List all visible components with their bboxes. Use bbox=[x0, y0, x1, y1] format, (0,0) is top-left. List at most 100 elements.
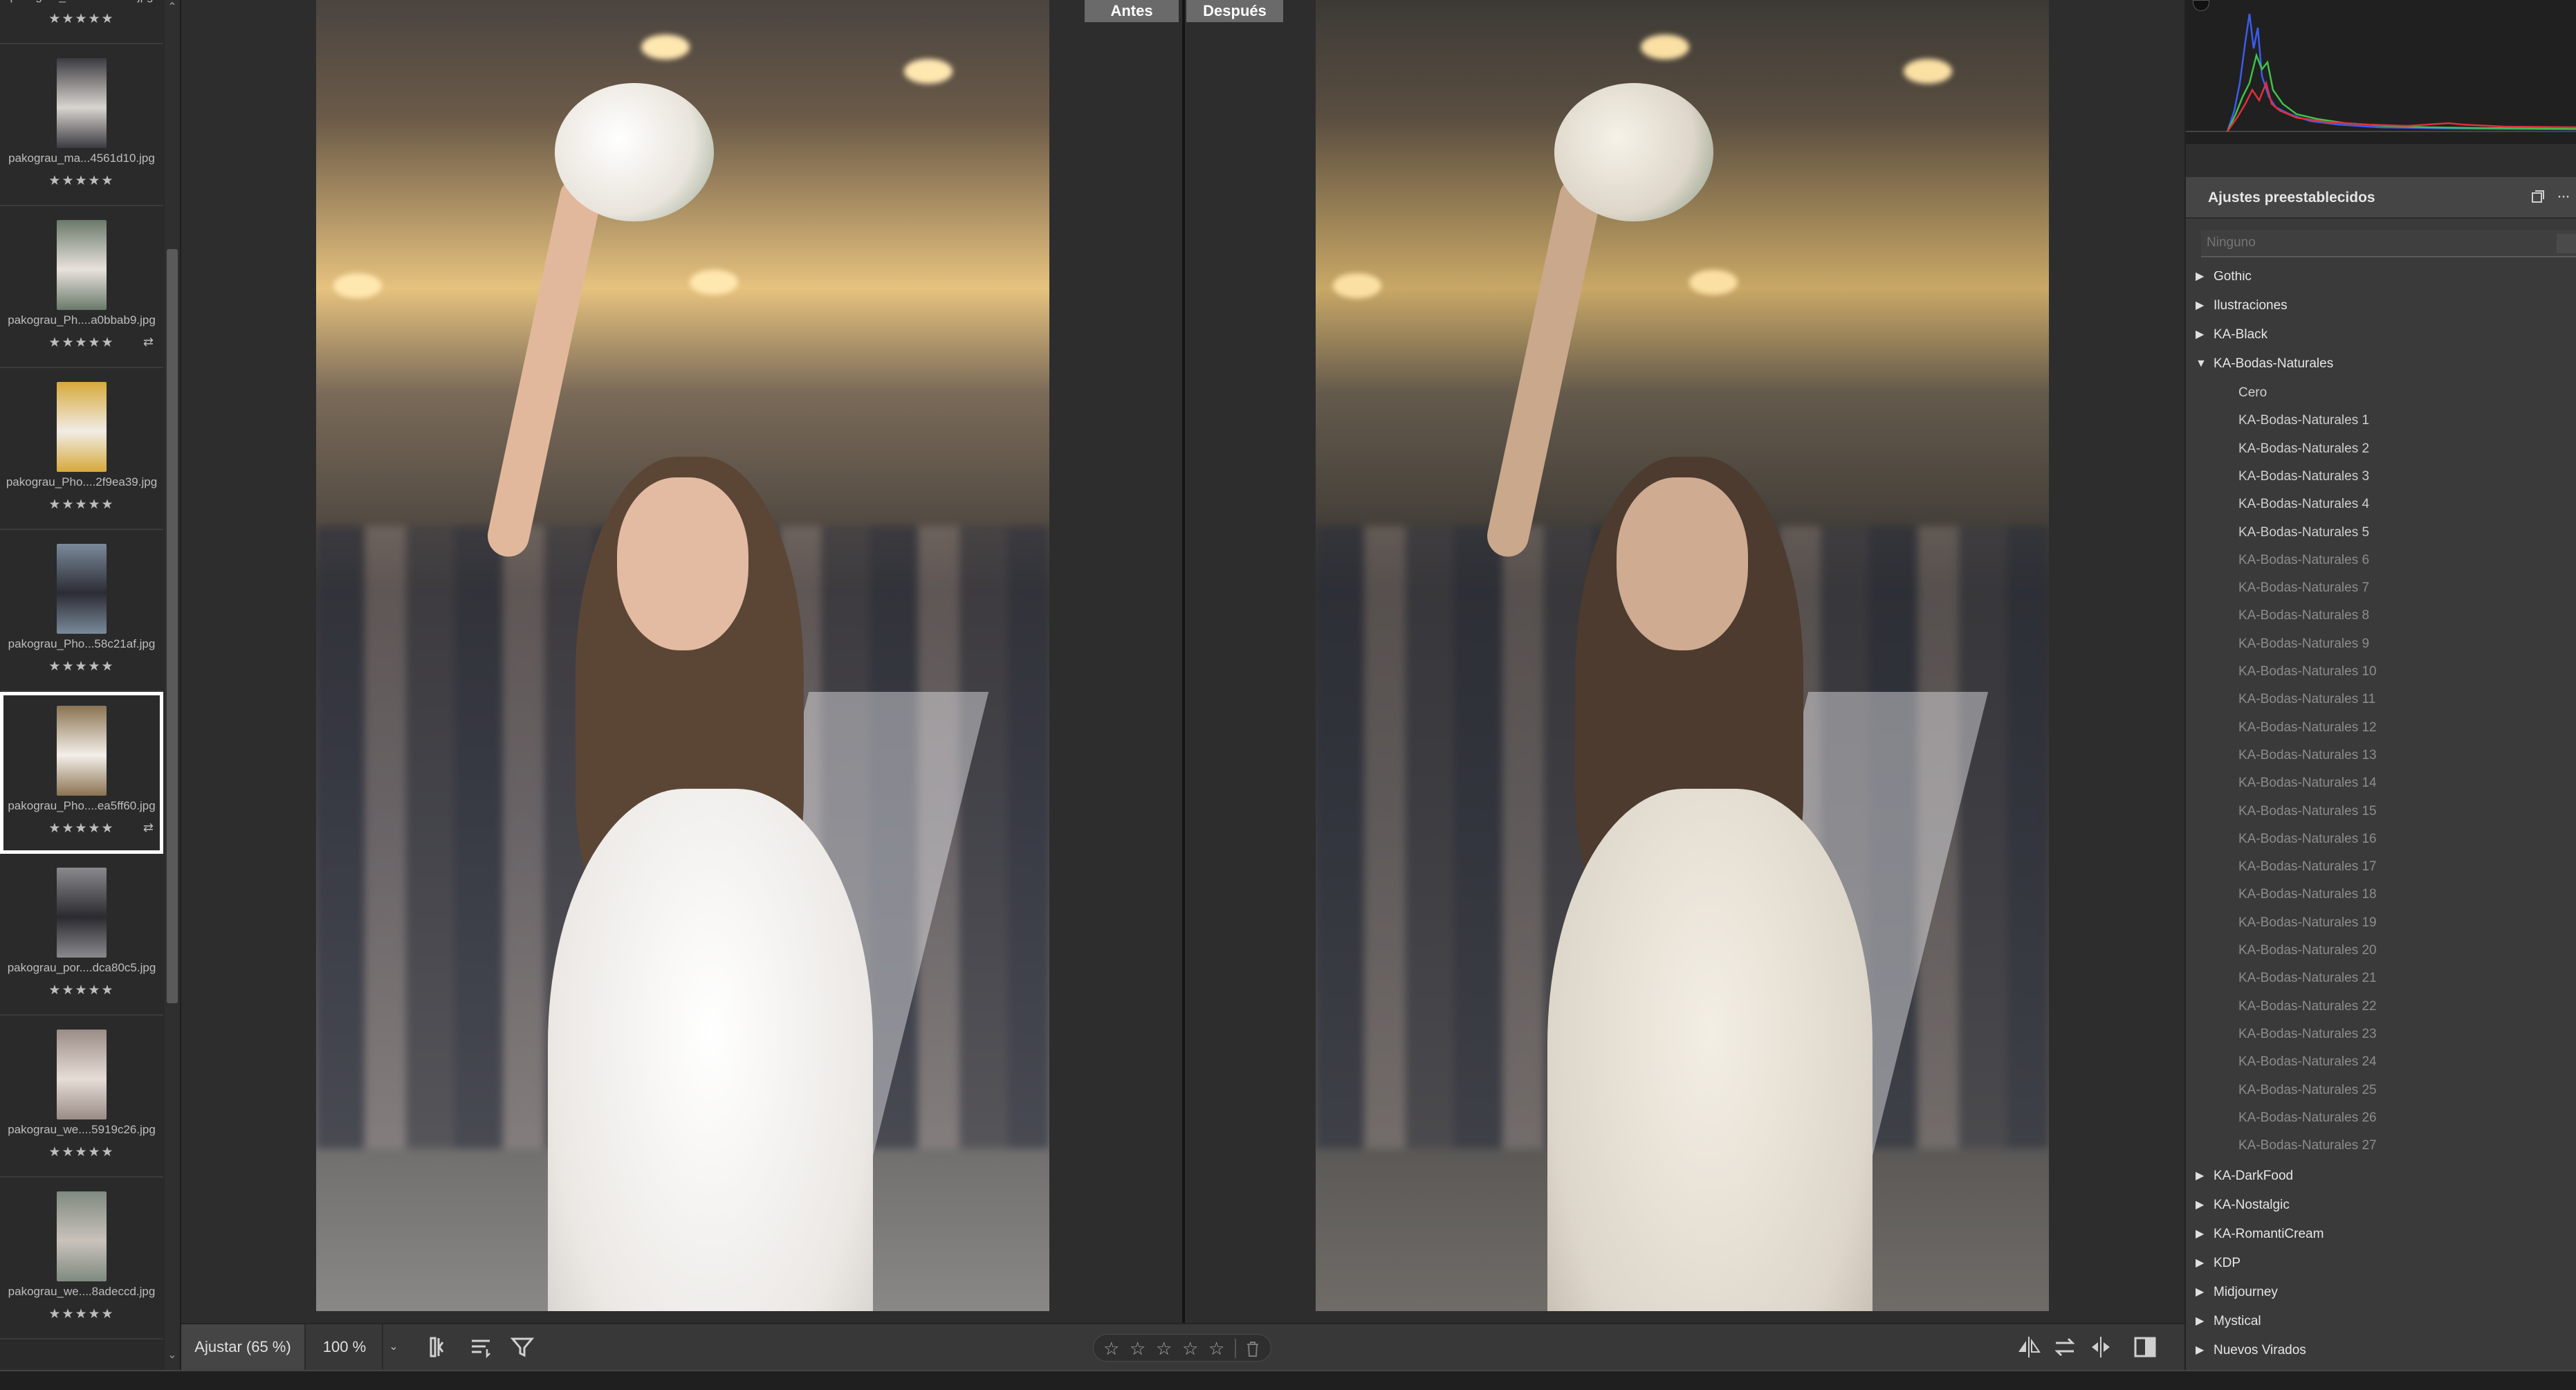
preset-group[interactable]: ▼ KA-Bodas-Naturales bbox=[2186, 350, 2576, 378]
filmstrip-item[interactable]: pakograu_iPh....9fcd4fb.jpg ★★★★★ bbox=[0, 0, 163, 44]
preset-item[interactable]: KA-Bodas-Naturales 10 bbox=[2186, 658, 2576, 686]
preset-item[interactable]: KA-Bodas-Naturales 20 bbox=[2186, 937, 2576, 964]
before-label[interactable]: Antes bbox=[1085, 0, 1179, 22]
triangle-right-icon[interactable]: ▶ bbox=[2196, 321, 2204, 349]
sort-icon[interactable] bbox=[466, 1333, 495, 1362]
preset-item[interactable]: KA-Bodas-Naturales 23 bbox=[2186, 1021, 2576, 1048]
preset-group[interactable]: ▶ KA-Black bbox=[2186, 321, 2576, 349]
scroll-up-icon[interactable]: ⌃ bbox=[165, 0, 180, 14]
preset-item[interactable]: KA-Bodas-Naturales 24 bbox=[2186, 1048, 2576, 1076]
split-view-icon[interactable] bbox=[2131, 1333, 2160, 1362]
preset-item[interactable]: KA-Bodas-Naturales 26 bbox=[2186, 1104, 2576, 1132]
preset-group[interactable]: ▶ KA-DarkFood bbox=[2186, 1162, 2576, 1190]
rating-star-4-icon[interactable]: ☆ bbox=[1182, 1338, 1198, 1360]
scroll-down-icon[interactable]: ⌄ bbox=[165, 1348, 180, 1362]
preset-item[interactable]: KA-Bodas-Naturales 15 bbox=[2186, 798, 2576, 825]
filmstrip-thumbnail[interactable] bbox=[57, 868, 107, 958]
filmstrip-item[interactable]: pakograu_Ph....a0bbab9.jpg ★★★★★ ⇄ bbox=[0, 206, 163, 368]
preset-group[interactable]: ▶ Gothic bbox=[2186, 271, 2576, 291]
preset-item[interactable]: KA-Bodas-Naturales 17 bbox=[2186, 853, 2576, 881]
triangle-right-icon[interactable]: ▶ bbox=[2196, 1220, 2204, 1248]
triangle-right-icon[interactable]: ▶ bbox=[2196, 1308, 2204, 1335]
filmstrip-rating[interactable]: ★★★★★ bbox=[0, 11, 163, 27]
triangle-right-icon[interactable]: ▶ bbox=[2196, 271, 2204, 291]
preset-item[interactable]: KA-Bodas-Naturales 27 bbox=[2186, 1132, 2576, 1160]
preset-group[interactable]: ▶ Midjourney bbox=[2186, 1279, 2576, 1306]
trash-icon[interactable] bbox=[1244, 1340, 1261, 1362]
more-options-icon[interactable]: ··· bbox=[2557, 187, 2570, 206]
preset-item[interactable]: KA-Bodas-Naturales 9 bbox=[2186, 630, 2576, 658]
compare-divider[interactable] bbox=[1182, 0, 1185, 1323]
preset-item[interactable]: KA-Bodas-Naturales 2 bbox=[2186, 435, 2576, 463]
filmstrip-rating[interactable]: ★★★★★ bbox=[0, 659, 163, 675]
filmstrip-rating[interactable]: ★★★★★ bbox=[0, 1144, 163, 1160]
triangle-right-icon[interactable]: ▶ bbox=[2196, 1250, 2204, 1277]
triangle-down-icon[interactable]: ▼ bbox=[2196, 350, 2207, 378]
filmstrip-thumbnail[interactable] bbox=[57, 58, 107, 148]
filmstrip-item[interactable]: pakograu_Pho....2f9ea39.jpg ★★★★★ bbox=[0, 368, 163, 530]
filmstrip-thumbnail[interactable] bbox=[57, 544, 107, 634]
filmstrip-item[interactable]: pakograu_ma...4561d10.jpg ★★★★★ bbox=[0, 44, 163, 206]
presets-panel-header[interactable]: Ajustes preestablecidos ··· bbox=[2186, 177, 2576, 219]
zoom-level-field[interactable]: 100 % bbox=[307, 1324, 383, 1370]
before-image[interactable] bbox=[316, 0, 1049, 1311]
zoom-fit-button[interactable]: Ajustar (65 %) bbox=[181, 1324, 306, 1370]
preset-group[interactable]: ▶ KDP bbox=[2186, 1250, 2576, 1277]
rating-star-3-icon[interactable]: ☆ bbox=[1156, 1338, 1172, 1360]
after-label[interactable]: Después bbox=[1186, 0, 1283, 22]
preset-item[interactable]: KA-Bodas-Naturales 7 bbox=[2186, 574, 2576, 602]
filmstrip-thumbnail[interactable] bbox=[57, 706, 107, 796]
filmstrip-rating[interactable]: ★★★★★ bbox=[0, 173, 163, 189]
filmstrip-scrollbar-thumb[interactable] bbox=[167, 249, 178, 1003]
filmstrip-toggle-icon[interactable] bbox=[425, 1333, 454, 1362]
triangle-right-icon[interactable]: ▶ bbox=[2196, 1337, 2204, 1364]
rating-star-5-icon[interactable]: ☆ bbox=[1208, 1338, 1224, 1360]
filmstrip-thumbnail[interactable] bbox=[57, 1191, 107, 1281]
filmstrip-rating[interactable]: ★★★★★ bbox=[0, 821, 163, 836]
preset-search-input[interactable] bbox=[2207, 235, 2511, 250]
swap-icon[interactable] bbox=[2050, 1333, 2079, 1362]
filmstrip-item[interactable]: pakograu_we....5919c26.jpg ★★★★★ bbox=[0, 1016, 163, 1178]
preset-item[interactable]: KA-Bodas-Naturales 25 bbox=[2186, 1077, 2576, 1104]
preset-group[interactable]: ▶ Mystical bbox=[2186, 1308, 2576, 1335]
preset-group[interactable]: ▶ KA-Nostalgic bbox=[2186, 1191, 2576, 1219]
preset-item[interactable]: KA-Bodas-Naturales 3 bbox=[2186, 463, 2576, 491]
filmstrip-item[interactable]: pakograu_we....8adeccd.jpg ★★★★★ bbox=[0, 1178, 163, 1339]
preset-item[interactable]: KA-Bodas-Naturales 16 bbox=[2186, 825, 2576, 853]
filmstrip-item[interactable]: pakograu_Pho...58c21af.jpg ★★★★★ bbox=[0, 530, 163, 692]
filmstrip-rating[interactable]: ★★★★★ bbox=[0, 335, 163, 351]
preset-item[interactable]: KA-Bodas-Naturales 6 bbox=[2186, 547, 2576, 574]
new-preset-icon[interactable] bbox=[2530, 190, 2546, 205]
preset-group[interactable]: ▶ KA-RomantiCream bbox=[2186, 1220, 2576, 1248]
triangle-right-icon[interactable]: ▶ bbox=[2196, 1191, 2204, 1219]
preset-item[interactable]: KA-Bodas-Naturales 18 bbox=[2186, 881, 2576, 908]
preset-item[interactable]: KA-Bodas-Naturales 8 bbox=[2186, 602, 2576, 630]
filmstrip-rating[interactable]: ★★★★★ bbox=[0, 982, 163, 998]
preset-selector[interactable] bbox=[2201, 230, 2576, 257]
copy-settings-icon[interactable] bbox=[2086, 1333, 2115, 1362]
preset-item[interactable]: KA-Bodas-Naturales 12 bbox=[2186, 714, 2576, 742]
preset-item[interactable]: KA-Bodas-Naturales 21 bbox=[2186, 964, 2576, 992]
zoom-dropdown-chevron-down-icon[interactable]: ⌄ bbox=[383, 1324, 404, 1370]
preset-group[interactable]: ▶ Ilustraciones bbox=[2186, 292, 2576, 320]
filmstrip-item[interactable]: pakograu_Pho....ea5ff60.jpg ★★★★★ ⇄ bbox=[0, 692, 163, 854]
filmstrip-thumbnail[interactable] bbox=[57, 220, 107, 310]
filmstrip-rating[interactable]: ★★★★★ bbox=[0, 1306, 163, 1322]
preset-item[interactable]: KA-Bodas-Naturales 14 bbox=[2186, 769, 2576, 797]
preset-selector-button[interactable] bbox=[2557, 234, 2576, 253]
after-image[interactable] bbox=[1316, 0, 2049, 1311]
preset-item[interactable]: Cero bbox=[2186, 379, 2576, 407]
rating-star-2-icon[interactable]: ☆ bbox=[1130, 1338, 1146, 1360]
filmstrip-item[interactable]: pakograu_por....dca80c5.jpg ★★★★★ bbox=[0, 854, 163, 1016]
preset-group[interactable]: ▶ Nuevos Virados bbox=[2186, 1337, 2576, 1364]
filter-icon[interactable] bbox=[508, 1333, 537, 1362]
preset-item[interactable]: KA-Bodas-Naturales 11 bbox=[2186, 686, 2576, 713]
filmstrip-thumbnail[interactable] bbox=[57, 382, 107, 472]
rating-star-1-icon[interactable]: ☆ bbox=[1103, 1338, 1119, 1360]
preset-item[interactable]: KA-Bodas-Naturales 19 bbox=[2186, 909, 2576, 937]
flip-horizontal-icon[interactable] bbox=[2014, 1333, 2043, 1362]
triangle-right-icon[interactable]: ▶ bbox=[2196, 1162, 2204, 1190]
filmstrip-rating[interactable]: ★★★★★ bbox=[0, 497, 163, 513]
preset-item[interactable]: KA-Bodas-Naturales 5 bbox=[2186, 519, 2576, 547]
triangle-right-icon[interactable]: ▶ bbox=[2196, 292, 2204, 320]
